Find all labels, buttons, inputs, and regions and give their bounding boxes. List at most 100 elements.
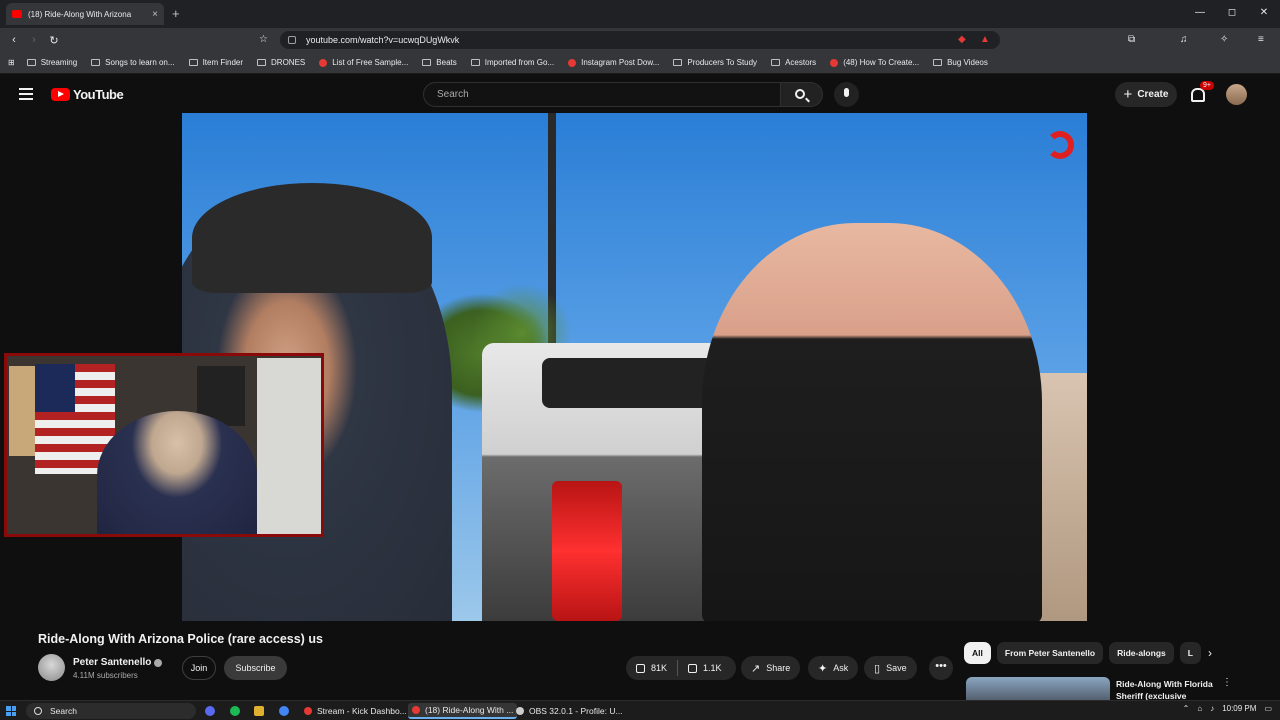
folder-icon bbox=[188, 59, 198, 66]
taskbar-app[interactable]: OBS 32.0.1 - Profile: U... bbox=[512, 703, 627, 719]
bookmark-item[interactable]: (48) How To Create... bbox=[830, 58, 919, 67]
tab-title: (18) Ride-Along With Arizona bbox=[28, 9, 132, 19]
bookmark-label: Imported from Go... bbox=[484, 58, 555, 67]
channel-avatar[interactable] bbox=[38, 654, 65, 681]
bookmark-item[interactable]: Songs to learn on... bbox=[91, 58, 175, 67]
bookmark-label: List of Free Sample... bbox=[332, 58, 409, 67]
maximize-button[interactable]: ◻ bbox=[1216, 0, 1248, 28]
voice-search-mic-icon[interactable] bbox=[834, 82, 859, 107]
bookmark-item[interactable]: Streaming bbox=[26, 58, 78, 67]
taskbar-app-label: OBS 32.0.1 - Profile: U... bbox=[529, 706, 623, 716]
close-window-button[interactable]: ✕ bbox=[1248, 0, 1280, 28]
recommendation-more-icon[interactable]: ⋮ bbox=[1222, 677, 1232, 688]
bookmark-item[interactable]: List of Free Sample... bbox=[319, 58, 408, 67]
taskbar-app-label: Stream - Kick Dashbo... bbox=[317, 706, 407, 716]
create-label: Create bbox=[1137, 89, 1169, 100]
video-frame-taillight bbox=[552, 481, 622, 621]
channel-name-row[interactable]: Peter Santenello bbox=[73, 657, 163, 668]
bookmark-label: Acestors bbox=[785, 58, 817, 67]
bookmark-star-icon[interactable]: ☆ bbox=[259, 34, 268, 45]
minimize-button[interactable]: — bbox=[1184, 0, 1216, 28]
menu-icon[interactable]: ≡ bbox=[1258, 34, 1264, 45]
ask-button[interactable]: ✦ Ask bbox=[808, 656, 859, 680]
recommendation-thumbnail[interactable] bbox=[966, 677, 1110, 700]
webcam-shelf bbox=[257, 358, 321, 534]
site-info-icon[interactable] bbox=[288, 36, 296, 44]
bookmark-label: DRONES bbox=[271, 58, 306, 67]
bookmarks-bar: ⊞ Streaming Songs to learn on... Item Find… bbox=[0, 52, 1280, 74]
taskbar-search[interactable]: Search bbox=[26, 703, 196, 719]
app-icon bbox=[304, 707, 312, 715]
save-button[interactable]: ▯ Save bbox=[864, 656, 917, 680]
brave-shield-icon[interactable]: ◆ bbox=[958, 34, 966, 45]
bookmark-label: (48) How To Create... bbox=[843, 58, 920, 67]
rewards-icon[interactable]: ▲ bbox=[980, 34, 990, 45]
subscribe-button[interactable]: Subscribe bbox=[224, 656, 287, 680]
bookmark-item[interactable]: Item Finder bbox=[188, 58, 243, 67]
bookmark-icon: ▯ bbox=[874, 662, 881, 675]
folder-icon bbox=[26, 59, 36, 66]
filter-chip[interactable]: From Peter Santenello bbox=[996, 642, 1104, 664]
apps-grid-icon[interactable]: ⊞ bbox=[8, 58, 15, 67]
bookmark-item[interactable]: Bug Videos bbox=[933, 58, 988, 67]
join-button[interactable]: Join bbox=[182, 656, 216, 680]
bookmark-item[interactable]: Imported from Go... bbox=[470, 58, 555, 67]
new-tab-button[interactable]: + bbox=[172, 6, 180, 21]
hamburger-menu-icon[interactable] bbox=[19, 88, 33, 100]
tray-chevron-icon[interactable]: ⌃ bbox=[1183, 704, 1190, 713]
media-icon[interactable]: ♫ bbox=[1180, 34, 1188, 45]
sparkle-icon: ✦ bbox=[818, 662, 828, 675]
filter-chip[interactable]: All bbox=[964, 642, 991, 664]
network-icon[interactable]: ⌂ bbox=[1197, 704, 1202, 713]
back-button[interactable]: ‹ bbox=[4, 34, 24, 46]
bookmark-label: Streaming bbox=[40, 58, 78, 67]
taskbar-app[interactable]: (18) Ride-Along With ... bbox=[408, 703, 518, 719]
recommendation-chips: All From Peter Santenello Ride-alongs L bbox=[964, 642, 1207, 664]
bookmark-item[interactable]: DRONES bbox=[257, 58, 305, 67]
extensions-icon[interactable]: ⧉ bbox=[1128, 34, 1135, 45]
bookmark-item[interactable]: Producers To Study bbox=[673, 58, 757, 67]
channel-name[interactable]: Peter Santenello bbox=[73, 657, 151, 668]
notifications-icon[interactable]: ▭ bbox=[1264, 704, 1272, 713]
youtube-favicon-icon bbox=[12, 10, 22, 18]
volume-icon[interactable]: ♪ bbox=[1210, 704, 1214, 713]
channel-watermark-icon[interactable] bbox=[1046, 131, 1074, 159]
ai-icon[interactable]: ✧ bbox=[1220, 34, 1228, 45]
clock[interactable]: 10:09 PM bbox=[1222, 704, 1256, 713]
windows-start-icon[interactable] bbox=[6, 706, 16, 716]
chips-next-chevron-icon[interactable]: › bbox=[1208, 646, 1212, 660]
bookmark-item[interactable]: Instagram Post Dow... bbox=[568, 58, 659, 67]
chrome-icon[interactable] bbox=[279, 706, 289, 716]
account-avatar[interactable] bbox=[1226, 84, 1247, 105]
reload-button[interactable]: ↻ bbox=[44, 34, 64, 47]
recommendation-title[interactable]: Ride-Along With Florida Sheriff (exclusi… bbox=[1116, 678, 1216, 700]
video-details: Ride-Along With Arizona Police (rare acc… bbox=[0, 621, 1280, 700]
url-text[interactable]: youtube.com/watch?v=ucwqDUgWkvk bbox=[306, 35, 459, 45]
filter-chip[interactable]: L bbox=[1179, 642, 1201, 664]
like-button[interactable]: 81K bbox=[626, 656, 677, 680]
taskbar-app[interactable]: Stream - Kick Dashbo... bbox=[300, 703, 411, 719]
search-button[interactable] bbox=[781, 82, 823, 107]
taskbar-search-icon bbox=[34, 707, 42, 715]
search-input[interactable]: Search bbox=[423, 82, 781, 107]
discord-icon[interactable] bbox=[205, 706, 215, 716]
share-button[interactable]: ↗ Share bbox=[741, 656, 801, 680]
dislike-button[interactable]: 1.1K bbox=[678, 656, 732, 680]
spotify-icon[interactable] bbox=[230, 706, 240, 716]
youtube-logo[interactable]: YouTube bbox=[51, 87, 124, 102]
bookmark-item[interactable]: Acestors bbox=[771, 58, 816, 67]
forward-button[interactable]: › bbox=[24, 34, 44, 46]
bookmark-item[interactable]: Beats bbox=[422, 58, 457, 67]
tab-close-icon[interactable]: × bbox=[152, 9, 158, 20]
system-tray: ⌃ ⌂ ♪ 10:09 PM ▭ bbox=[1175, 704, 1272, 713]
window-controls: — ◻ ✕ bbox=[1184, 0, 1280, 28]
file-explorer-icon[interactable] bbox=[254, 706, 264, 716]
youtube-icon bbox=[830, 58, 839, 67]
filter-chip[interactable]: Ride-alongs bbox=[1109, 642, 1174, 664]
browser-tab-active[interactable]: (18) Ride-Along With Arizona × bbox=[6, 3, 164, 25]
app-icon bbox=[516, 707, 524, 715]
more-actions-button[interactable]: ••• bbox=[929, 656, 953, 680]
address-bar[interactable]: youtube.com/watch?v=ucwqDUgWkvk bbox=[280, 31, 1000, 49]
bookmark-label: Instagram Post Dow... bbox=[581, 58, 660, 67]
create-button[interactable]: + Create bbox=[1115, 82, 1177, 107]
